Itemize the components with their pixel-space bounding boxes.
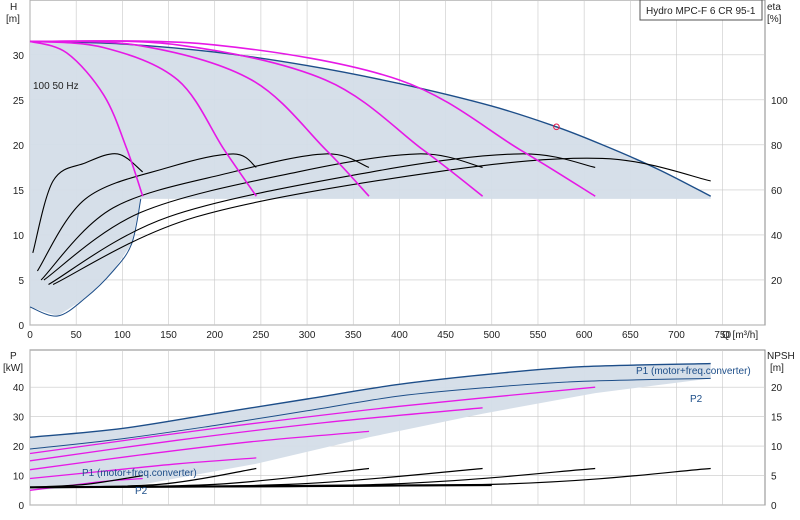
- x-tick-label: 150: [160, 330, 177, 341]
- y2-tick-label-npsh: 10: [771, 442, 783, 453]
- x-tick-label: 200: [206, 330, 223, 341]
- y2-tick-label-npsh: 20: [771, 383, 783, 394]
- y-axis-unit-h: [m]: [6, 14, 20, 25]
- y-axis-label-h: H: [10, 2, 17, 13]
- y-tick-label: 0: [18, 321, 24, 332]
- x-axis-label-q: Q [m³/h]: [722, 330, 758, 341]
- y2-tick-label-npsh: 0: [771, 501, 777, 512]
- y-axis-unit-p: [kW]: [3, 363, 23, 374]
- y-tick-label: 10: [13, 231, 25, 242]
- y-tick-label: 5: [18, 276, 24, 287]
- y2-axis-label-eta: eta: [767, 2, 781, 13]
- p2-bottom-label: P2: [135, 486, 148, 497]
- y2-tick-label: 40: [771, 231, 783, 242]
- chart-title: Hydro MPC-F 6 CR 95-1: [646, 6, 756, 17]
- x-tick-label: 50: [71, 330, 83, 341]
- x-tick-label: 450: [437, 330, 454, 341]
- y-axis-label-p: P: [10, 351, 17, 362]
- x-tick-label: 100: [114, 330, 131, 341]
- x-tick-label: 300: [299, 330, 316, 341]
- y-tick-label: 15: [13, 186, 25, 197]
- y2-axis-unit-eta: [%]: [767, 14, 782, 25]
- pump-performance-chart: 0 50 100 150 200 250 300 350 400 450 500 550 600 650 7…: [3, 0, 795, 512]
- y-tick-label-p: 40: [13, 383, 25, 394]
- p1-bottom-label: P1 (motor+freq.converter): [82, 468, 197, 479]
- x-tick-label: 250: [253, 330, 270, 341]
- x-tick-label: 650: [622, 330, 639, 341]
- y2-tick-label-npsh: 15: [771, 413, 783, 424]
- x-tick-label: 600: [576, 330, 593, 341]
- x-tick-label: 350: [345, 330, 362, 341]
- x-tick-label: 500: [483, 330, 500, 341]
- y2-tick-label: 80: [771, 141, 783, 152]
- y2-tick-label: 60: [771, 186, 783, 197]
- y-tick-label-p: 0: [18, 501, 24, 512]
- p1-top-label: P1 (motor+freq.converter): [636, 366, 751, 377]
- p2-top-label: P2: [690, 394, 703, 405]
- y-tick-label-p: 10: [13, 472, 25, 483]
- y-tick-label: 20: [13, 141, 25, 152]
- y2-tick-label: 20: [771, 276, 783, 287]
- x-tick-label: 0: [27, 330, 33, 341]
- y2-axis-unit-npsh: [m]: [770, 363, 784, 374]
- y-tick-label: 25: [13, 96, 25, 107]
- x-tick-label: 550: [530, 330, 547, 341]
- y-tick-label-p: 30: [13, 413, 25, 424]
- x-tick-label: 700: [668, 330, 685, 341]
- x-tick-label: 400: [391, 330, 408, 341]
- y2-axis-label-npsh: NPSH: [767, 351, 795, 362]
- y2-tick-label: 100: [771, 96, 788, 107]
- speed-annotation: 100 50 Hz: [33, 81, 79, 92]
- y2-tick-label-npsh: 5: [771, 472, 777, 483]
- y-tick-label: 30: [13, 51, 25, 62]
- y-tick-label-p: 20: [13, 442, 25, 453]
